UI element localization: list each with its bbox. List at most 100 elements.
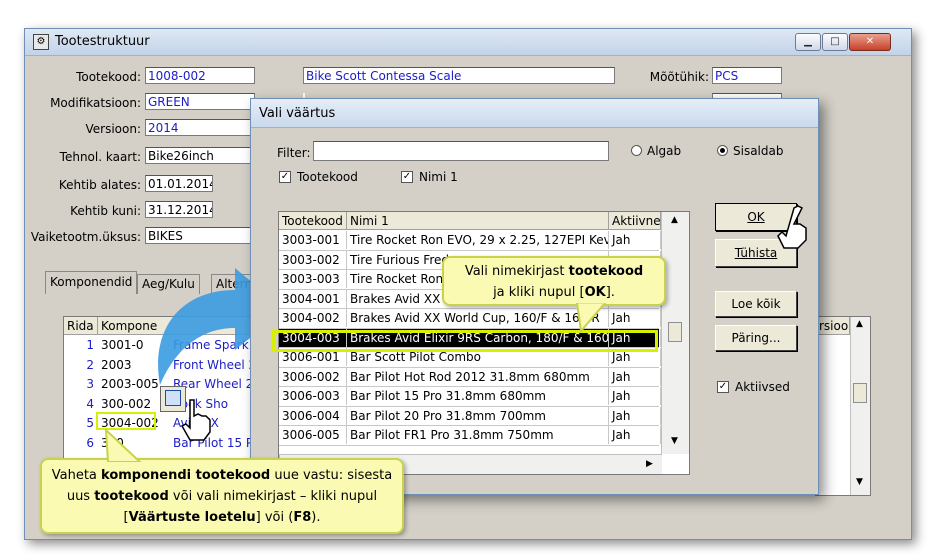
- value-list-cell-code: 3004-001: [279, 289, 347, 308]
- value-list-row[interactable]: 3006-005 Bar Pilot FR1 Pro 31.8mm 750mm Ja…: [279, 426, 661, 446]
- ok-button-label: OK: [747, 210, 765, 224]
- radio-sisaldab-label: Sisaldab: [733, 144, 784, 158]
- value-list-row[interactable]: 3006-002 Bar Pilot Hot Rod 2012 31.8mm 68…: [279, 367, 661, 387]
- radio-algab-label: Algab: [647, 144, 682, 158]
- col-header-nimi[interactable]: Nimi 1: [347, 212, 609, 230]
- loe-koik-button[interactable]: Loe kõik: [715, 291, 797, 317]
- modifikatsioon-label: Modifikatsioon:: [50, 96, 141, 110]
- grid-header-rida: Rida: [64, 317, 98, 335]
- value-list-cell-code: 3004-002: [279, 309, 347, 327]
- value-list-cell-active: Jah: [609, 231, 661, 249]
- radio-algab[interactable]: [631, 145, 642, 156]
- value-list-cell-active: Jah: [609, 367, 661, 386]
- cancel-button-label: Tühista: [734, 246, 778, 260]
- dialog-selected-highlight: [272, 330, 658, 352]
- callout-top-pointer: [575, 303, 607, 333]
- dialog-titlebar: Vali väärtus: [251, 99, 818, 128]
- hscroll-right-icon[interactable]: ▶: [646, 459, 653, 469]
- callout-bottom-line3: [Väärtuste loetelu] või (F8).: [123, 510, 321, 525]
- value-list-cell-code: 3003-001: [279, 231, 347, 249]
- callout-bottom-line2: uus tootekood või vali nimekirjast – kli…: [66, 489, 378, 504]
- vscroll-up-icon[interactable]: ▲: [671, 215, 678, 225]
- value-list-cell-code: 3003-002: [279, 250, 347, 269]
- minimize-button[interactable]: ▁: [795, 33, 821, 51]
- app-icon: ⚙: [33, 34, 49, 50]
- components-grid-right: rsioo ▲ ▼: [815, 316, 871, 496]
- vaiketootm-field[interactable]: BIKES: [145, 227, 255, 244]
- value-list-cell-code: 3006-003: [279, 387, 347, 405]
- chk-tootekood[interactable]: ✓: [279, 171, 291, 183]
- mootuhik-field[interactable]: PCS: [712, 67, 782, 84]
- grid-row-rida[interactable]: 6: [64, 434, 98, 452]
- versioon-label: Versioon:: [85, 122, 141, 136]
- value-list-cell-code: 3003-003: [279, 270, 347, 288]
- callout-bottom-pointer: [104, 428, 142, 462]
- maximize-button[interactable]: □: [822, 33, 848, 51]
- value-list-cell-name: Bar Pilot 15 Pro 31.8mm 680mm: [347, 387, 609, 405]
- value-list-row[interactable]: 3006-003 Bar Pilot 15 Pro 31.8mm 680mm Jah: [279, 387, 661, 407]
- modifikatsioon-field[interactable]: GREEN: [145, 93, 255, 110]
- grid-row-rida[interactable]: 2: [64, 356, 98, 374]
- scroll-up-icon[interactable]: ▲: [856, 319, 863, 329]
- col-header-tootekood[interactable]: Tootekood: [279, 212, 347, 230]
- dialog-title: Vali väärtus: [259, 106, 336, 121]
- callout-bottom-line1: Vaheta komponendi tootekood uue vastu: s…: [51, 468, 393, 483]
- ok-hand-cursor-icon: [777, 205, 807, 249]
- value-list-cell-active: Jah: [609, 309, 661, 327]
- value-list-cell-code: 3006-005: [279, 426, 347, 444]
- value-list-cell-name: Bar Pilot 20 Pro 31.8mm 700mm: [347, 406, 609, 425]
- tab-komponendid[interactable]: Komponendid: [45, 271, 138, 294]
- chk-nimi[interactable]: ✓: [401, 171, 413, 183]
- grid-scrollbar[interactable]: ▲ ▼: [850, 317, 870, 495]
- value-list-cell-name: Tire Rocket Ron EVO, 29 x 2.25, 127EPI K…: [347, 231, 609, 249]
- grid-header-versioon: rsioo: [816, 317, 850, 335]
- value-list-cell-code: 3006-004: [279, 406, 347, 425]
- filter-input[interactable]: [313, 141, 609, 161]
- value-list-vscroll[interactable]: ▲ ▼: [661, 212, 689, 454]
- value-list-row[interactable]: 3003-001 Tire Rocket Ron EVO, 29 x 2.25, …: [279, 231, 661, 251]
- grid-scroll-thumb[interactable]: [853, 383, 867, 403]
- versioon-field[interactable]: 2014: [145, 119, 255, 136]
- window-title: Tootestruktuur: [55, 34, 150, 49]
- tehnol-kaart-field[interactable]: Bike26inch: [145, 147, 255, 164]
- paring-button[interactable]: Päring...: [715, 325, 797, 351]
- grid-row-rida[interactable]: 5: [64, 414, 98, 432]
- value-list-cell-name: Bar Pilot Hot Rod 2012 31.8mm 680mm: [347, 367, 609, 386]
- chk-aktiivsed[interactable]: ✓: [717, 381, 729, 393]
- value-list-cell-active: Jah: [609, 406, 661, 425]
- filter-label: Filter:: [277, 146, 311, 160]
- kehtib-kuni-label: Kehtib kuni:: [70, 204, 141, 218]
- tootekood-field[interactable]: 1008-002: [145, 67, 255, 84]
- grid-row-rida[interactable]: 1: [64, 336, 98, 354]
- chk-nimi-label: Nimi 1: [419, 170, 458, 184]
- grid-row-rida[interactable]: 4: [64, 395, 98, 413]
- product-name-field[interactable]: Bike Scott Contessa Scale: [303, 67, 615, 84]
- chk-tootekood-label: Tootekood: [297, 170, 358, 184]
- main-titlebar: ⚙ Tootestruktuur ▁ □ ✕: [25, 29, 911, 56]
- scroll-down-icon[interactable]: ▼: [856, 477, 863, 487]
- callout-bottom: Vaheta komponendi tootekood uue vastu: s…: [40, 458, 404, 534]
- close-button[interactable]: ✕: [849, 33, 891, 51]
- chk-aktiivsed-label: Aktiivsed: [735, 380, 790, 394]
- grid-row-code[interactable]: 300-002: [98, 395, 168, 413]
- value-list-row[interactable]: 3006-004 Bar Pilot 20 Pro 31.8mm 700mm Jah: [279, 406, 661, 426]
- hand-cursor-icon: [180, 399, 211, 441]
- radio-sisaldab[interactable]: [717, 145, 728, 156]
- value-list-cell-code: 3006-002: [279, 367, 347, 386]
- tehnol-kaart-label: Tehnol. kaart:: [59, 150, 141, 164]
- value-list-cell-name: Brakes Avid XX World Cup, 160/F & 160/R: [347, 309, 609, 327]
- vscroll-down-icon[interactable]: ▼: [671, 436, 678, 446]
- value-list-cell-name: Bar Pilot FR1 Pro 31.8mm 750mm: [347, 426, 609, 444]
- value-list-cell-active: Jah: [609, 387, 661, 405]
- vaiketootm-label: Vaiketootm.üksus:: [30, 230, 141, 244]
- callout-top-line1: Vali nimekirjast tootekood: [464, 264, 644, 279]
- callout-top-line2: ja kliki nupul [OK].: [493, 285, 615, 300]
- grid-row-rida[interactable]: 3: [64, 375, 98, 393]
- kehtib-alates-label: Kehtib alates:: [58, 178, 141, 192]
- vscroll-thumb[interactable]: [668, 322, 682, 342]
- tootekood-label: Tootekood:: [76, 70, 141, 84]
- kehtib-kuni-field[interactable]: 31.12.2014: [145, 201, 213, 218]
- mootuhik-label: Mõõtühik:: [649, 70, 709, 84]
- col-header-aktiivne[interactable]: Aktiivne: [609, 212, 661, 230]
- kehtib-alates-field[interactable]: 01.01.2014: [145, 175, 213, 192]
